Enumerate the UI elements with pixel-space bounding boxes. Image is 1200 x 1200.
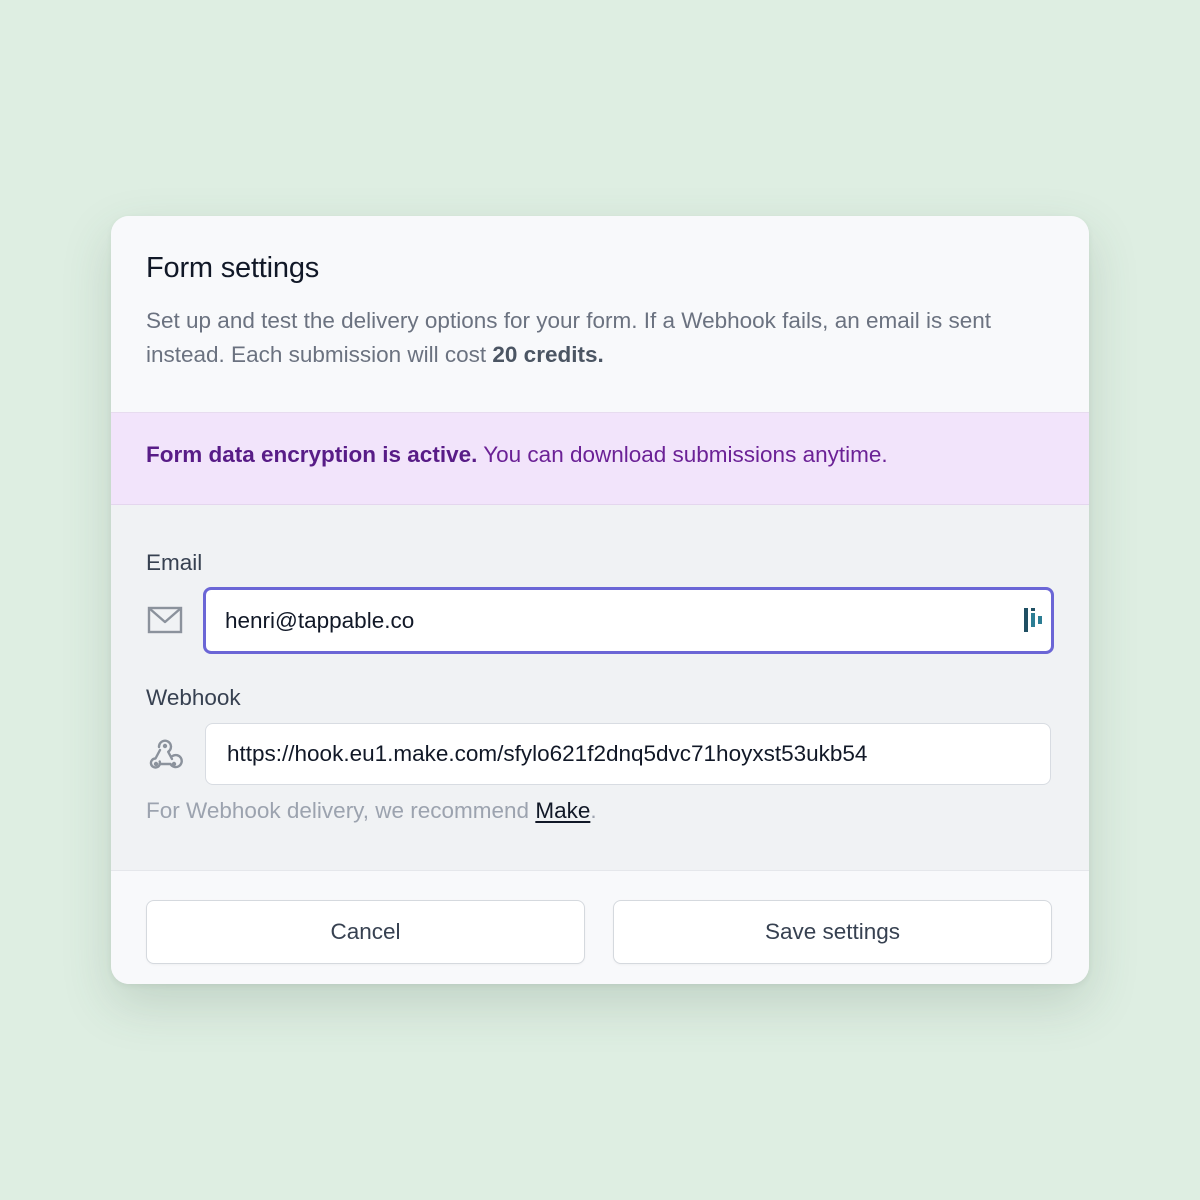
banner-strong: Form data encryption is active.	[146, 442, 478, 467]
make-link[interactable]: Make	[535, 798, 590, 823]
form-settings-dialog: Form settings Set up and test the delive…	[111, 216, 1089, 984]
banner-text: Form data encryption is active. You can …	[146, 442, 888, 468]
webhook-hint: For Webhook delivery, we recommend Make.	[146, 798, 597, 824]
webhook-icon	[145, 735, 185, 775]
credits-cost: 20 credits.	[492, 342, 604, 367]
password-manager-icon[interactable]	[1023, 607, 1045, 633]
dialog-footer: Cancel Save settings	[111, 870, 1089, 984]
cancel-button[interactable]: Cancel	[146, 900, 585, 964]
save-settings-button[interactable]: Save settings	[613, 900, 1052, 964]
dialog-description: Set up and test the delivery options for…	[146, 304, 1051, 372]
webhook-input[interactable]	[205, 723, 1051, 785]
hint-period: .	[590, 798, 597, 823]
hint-text: For Webhook delivery, we recommend	[146, 798, 536, 823]
webhook-label: Webhook	[146, 685, 241, 710]
email-label: Email	[146, 550, 203, 575]
dialog-title: Form settings	[146, 252, 320, 284]
banner-message: You can download submissions anytime.	[477, 442, 888, 467]
envelope-icon	[145, 601, 185, 641]
dialog-header: Form settings Set up and test the delive…	[111, 216, 1089, 413]
email-input[interactable]	[203, 587, 1054, 654]
encryption-banner: Form data encryption is active. You can …	[111, 413, 1089, 505]
